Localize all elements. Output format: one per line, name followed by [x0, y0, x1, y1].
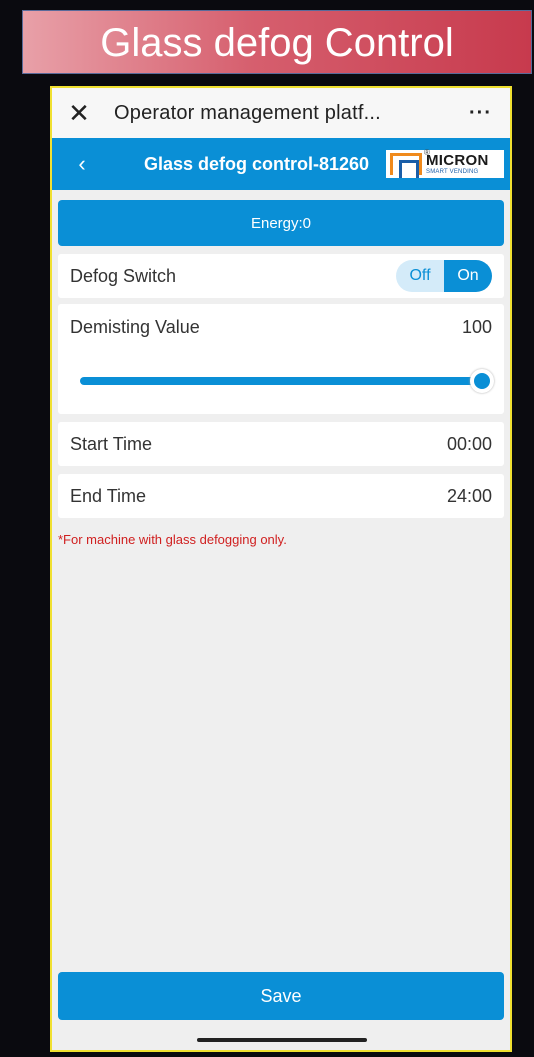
end-time-row[interactable]: End Time 24:00 [58, 474, 504, 518]
start-time-label: Start Time [70, 433, 153, 454]
defog-switch-toggle[interactable]: Off On [396, 260, 492, 292]
more-icon[interactable]: ··· [469, 102, 492, 125]
micron-logo: ® MICRON SMART VENDING [386, 148, 504, 178]
slide-title: Glass defog Control [22, 10, 532, 74]
save-button[interactable]: Save [58, 972, 504, 1020]
demisting-value-card: Demisting Value 100 [58, 304, 504, 414]
phone-screen: ✕ Operator management platf... ··· ‹ Gla… [50, 86, 512, 1052]
chevron-left-icon[interactable]: ‹ [62, 151, 102, 177]
page-title: Glass defog control-81260 [144, 153, 370, 174]
toggle-on-option[interactable]: On [444, 260, 492, 292]
logo-subtext: SMART VENDING [426, 169, 479, 175]
defog-switch-label: Defog Switch [70, 265, 177, 286]
logo-brand: MICRON SMART VENDING [426, 153, 489, 175]
close-icon[interactable]: ✕ [64, 98, 94, 129]
start-time-value[interactable]: 00:00 [447, 434, 492, 455]
slider-track[interactable] [80, 377, 482, 385]
end-time-label: End Time [70, 485, 147, 506]
start-time-row[interactable]: Start Time 00:00 [58, 422, 504, 466]
logo-text: MICRON [426, 152, 489, 169]
app-topbar: ✕ Operator management platf... ··· [52, 88, 510, 138]
end-time-value[interactable]: 24:00 [447, 486, 492, 507]
defog-switch-row: Defog Switch Off On [58, 254, 504, 298]
logo-mark-icon [390, 153, 422, 178]
toggle-off-option[interactable]: Off [396, 260, 444, 292]
app-title: Operator management platf... [114, 101, 381, 124]
logo-registered-mark: ® [424, 148, 430, 157]
energy-banner: Energy:0 [58, 200, 504, 246]
demisting-slider[interactable] [80, 369, 494, 393]
demisting-value-number: 100 [461, 316, 492, 337]
home-indicator [197, 1038, 367, 1042]
defog-note: *For machine with glass defogging only. [58, 532, 287, 547]
slider-thumb[interactable] [470, 369, 494, 393]
demisting-value-label: Demisting Value [70, 316, 200, 337]
navbar: ‹ Glass defog control-81260 ® MICRON SMA… [52, 138, 510, 190]
